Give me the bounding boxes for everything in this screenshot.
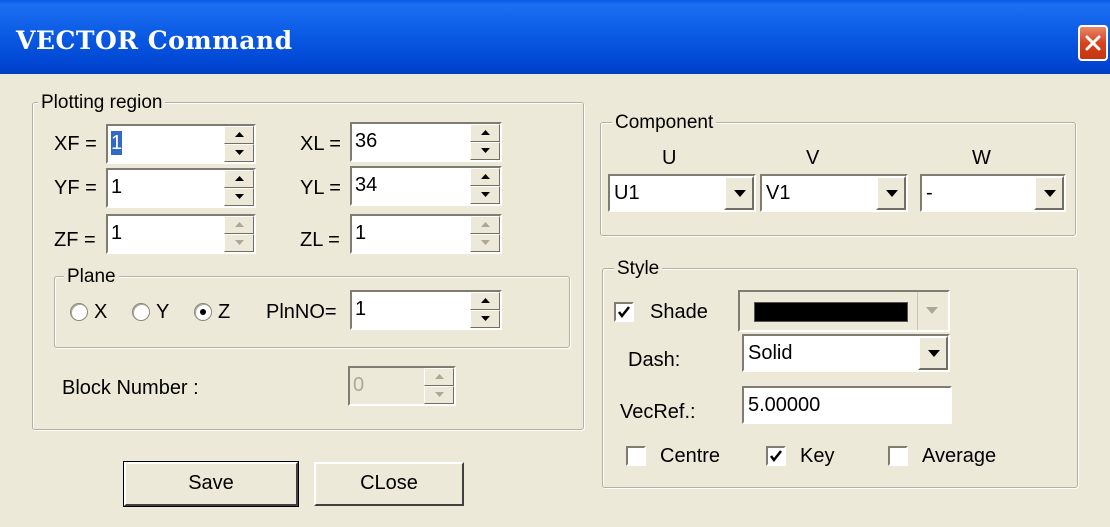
spin-up-arrow-icon[interactable] bbox=[470, 292, 500, 310]
component-label: Component bbox=[612, 112, 717, 134]
plane-x-radio[interactable] bbox=[70, 303, 88, 321]
spin-up-arrow-icon bbox=[470, 216, 500, 234]
plotting-region-label: Plotting region bbox=[38, 92, 166, 114]
component-u-value: U1 bbox=[614, 182, 640, 204]
yf-spinner[interactable]: 1 bbox=[106, 168, 256, 208]
block-number-value: 0 bbox=[353, 374, 365, 396]
shade-color-picker[interactable] bbox=[738, 290, 950, 332]
yl-value[interactable]: 34 bbox=[355, 173, 377, 197]
shade-color-swatch bbox=[754, 302, 908, 322]
spin-down-arrow-icon[interactable] bbox=[470, 310, 500, 328]
plnno-label: PlnNO= bbox=[266, 301, 337, 323]
spin-up-arrow-icon[interactable] bbox=[224, 126, 254, 144]
plane-y-label[interactable]: Y bbox=[156, 300, 169, 324]
xl-value[interactable]: 36 bbox=[355, 129, 377, 153]
yl-label: YL = bbox=[300, 177, 341, 199]
component-v-header: V bbox=[806, 147, 820, 169]
centre-checkbox[interactable] bbox=[626, 446, 646, 466]
block-number-spinner: 0 bbox=[348, 366, 456, 406]
xf-label: XF = bbox=[54, 133, 97, 155]
component-w-value: - bbox=[926, 182, 933, 204]
block-number-label: Block Number : bbox=[62, 377, 199, 399]
close-window-button[interactable] bbox=[1078, 25, 1108, 61]
spin-up-arrow-icon bbox=[224, 216, 254, 234]
spin-down-arrow-icon bbox=[424, 386, 454, 404]
chevron-down-icon bbox=[917, 292, 948, 330]
vecref-value[interactable]: 5.00000 bbox=[748, 393, 820, 417]
component-w-select[interactable]: - bbox=[920, 174, 1066, 212]
spin-down-arrow-icon[interactable] bbox=[470, 186, 500, 204]
zf-label: ZF = bbox=[54, 229, 96, 251]
plane-y-radio[interactable] bbox=[132, 303, 150, 321]
spin-up-arrow-icon bbox=[424, 368, 454, 386]
plnno-spinner[interactable]: 1 bbox=[350, 290, 502, 330]
dash-value: Solid bbox=[748, 342, 793, 364]
shade-checkbox[interactable] bbox=[614, 302, 634, 322]
zl-label: ZL = bbox=[300, 229, 340, 251]
spin-down-arrow-icon[interactable] bbox=[470, 142, 500, 160]
zf-value[interactable]: 1 bbox=[111, 221, 122, 245]
yf-label: YF = bbox=[54, 177, 97, 199]
yf-value[interactable]: 1 bbox=[111, 175, 122, 199]
zl-spinner[interactable]: 1 bbox=[350, 214, 502, 254]
spin-up-arrow-icon[interactable] bbox=[224, 170, 254, 188]
spin-down-arrow-icon[interactable] bbox=[224, 144, 254, 162]
plane-x-label[interactable]: X bbox=[94, 300, 107, 324]
zf-spinner[interactable]: 1 bbox=[106, 214, 256, 254]
zl-value[interactable]: 1 bbox=[355, 221, 366, 245]
spin-up-arrow-icon[interactable] bbox=[470, 168, 500, 186]
vecref-input[interactable]: 5.00000 bbox=[742, 386, 952, 424]
dash-select[interactable]: Solid bbox=[742, 334, 950, 372]
plane-z-radio[interactable] bbox=[194, 303, 212, 321]
window-title: VECTOR Command bbox=[16, 26, 293, 55]
xl-spinner[interactable]: 36 bbox=[350, 122, 502, 162]
save-button[interactable]: Save bbox=[123, 461, 299, 507]
xl-label: XL = bbox=[300, 133, 341, 155]
style-label: Style bbox=[614, 258, 663, 280]
chevron-down-icon[interactable] bbox=[918, 336, 948, 370]
component-u-select[interactable]: U1 bbox=[608, 174, 756, 212]
close-icon bbox=[1085, 35, 1101, 51]
checkmark-icon bbox=[770, 450, 782, 463]
key-checkbox[interactable] bbox=[766, 446, 786, 466]
xf-spinner[interactable]: 1 bbox=[106, 124, 256, 164]
dash-label: Dash: bbox=[628, 349, 681, 371]
spin-down-arrow-icon bbox=[224, 234, 254, 252]
vecref-label: VecRef.: bbox=[620, 401, 696, 423]
chevron-down-icon[interactable] bbox=[876, 176, 906, 210]
average-label[interactable]: Average bbox=[922, 444, 996, 468]
checkmark-icon bbox=[618, 306, 630, 319]
chevron-down-icon[interactable] bbox=[724, 176, 754, 210]
yl-spinner[interactable]: 34 bbox=[350, 166, 502, 206]
spin-down-arrow-icon bbox=[470, 234, 500, 252]
component-v-value: V1 bbox=[766, 182, 791, 204]
plnno-value[interactable]: 1 bbox=[355, 297, 366, 321]
xf-value[interactable]: 1 bbox=[111, 131, 123, 155]
spin-up-arrow-icon[interactable] bbox=[470, 124, 500, 142]
spin-down-arrow-icon[interactable] bbox=[224, 188, 254, 206]
chevron-down-icon[interactable] bbox=[1034, 176, 1064, 210]
average-checkbox[interactable] bbox=[888, 446, 908, 466]
key-label[interactable]: Key bbox=[800, 444, 834, 468]
title-bar: VECTOR Command bbox=[0, 0, 1110, 74]
close-button[interactable]: CLose bbox=[314, 462, 464, 506]
component-u-header: U bbox=[662, 147, 677, 169]
plane-label: Plane bbox=[64, 266, 119, 288]
plane-z-label[interactable]: Z bbox=[218, 300, 230, 324]
component-w-header: W bbox=[972, 147, 991, 169]
component-v-select[interactable]: V1 bbox=[760, 174, 908, 212]
centre-label[interactable]: Centre bbox=[660, 444, 720, 468]
shade-label[interactable]: Shade bbox=[650, 300, 708, 324]
